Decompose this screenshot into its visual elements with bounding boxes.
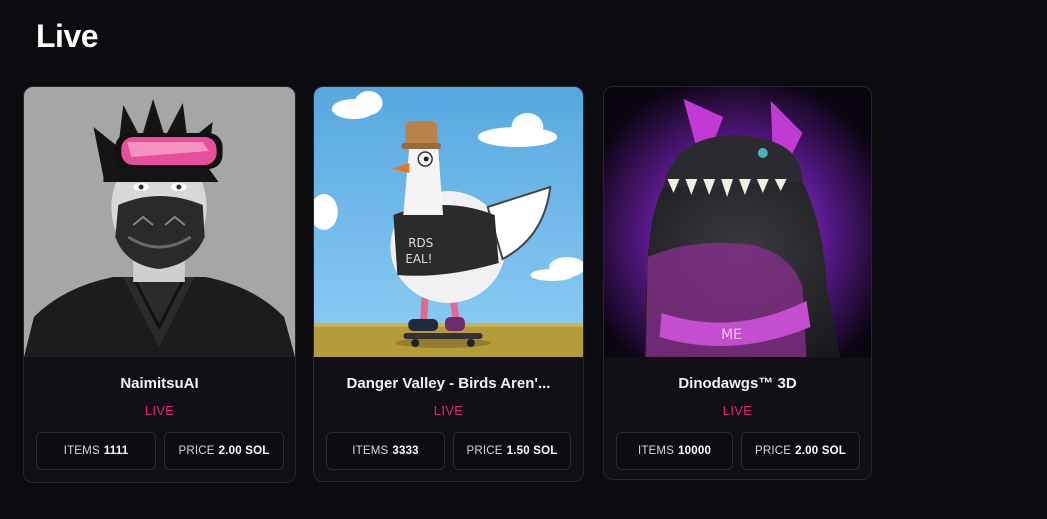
price-box: PRICE 2.00 SOL	[741, 432, 860, 470]
svg-text:ME: ME	[721, 327, 742, 343]
items-count-box: ITEMS 10000	[616, 432, 733, 470]
price-label: PRICE	[755, 445, 792, 457]
items-value: 3333	[392, 445, 419, 457]
price-value: 2.00 SOL	[218, 445, 270, 457]
collection-card-danger-valley[interactable]: RDS EAL! Danger Valley - Birds Aren'... …	[313, 86, 584, 482]
items-count-box: ITEMS 1111	[36, 432, 156, 470]
svg-text:RDS: RDS	[408, 236, 433, 250]
purple-dino-image: ME	[604, 87, 871, 357]
items-value: 10000	[678, 445, 712, 457]
price-box: PRICE 2.00 SOL	[164, 432, 284, 470]
collection-image[interactable]: RDS EAL!	[314, 87, 583, 357]
items-label: ITEMS	[637, 445, 675, 457]
section-title: Live	[36, 18, 99, 54]
price-value: 2.00 SOL	[795, 445, 846, 457]
items-count-box: ITEMS 3333	[326, 432, 445, 470]
items-label: ITEMS	[352, 445, 389, 457]
items-value: 1111	[103, 445, 129, 457]
price-box: PRICE 1.50 SOL	[453, 432, 571, 470]
collection-card-dinodawgs[interactable]: ME Dinodawgs™ 3D LIVE ITEMS 10000 PRICE …	[603, 86, 872, 480]
collection-name[interactable]: Danger Valley - Birds Aren'...	[314, 375, 583, 392]
collection-card-naimitsuai[interactable]: NaimitsuAI LIVE ITEMS 1111 PRICE 2.00 SO…	[23, 86, 296, 483]
svg-text:EAL!: EAL!	[405, 252, 432, 266]
live-status-badge: LIVE	[433, 403, 464, 418]
collection-name[interactable]: NaimitsuAI	[24, 375, 295, 392]
live-status-badge: LIVE	[144, 403, 175, 418]
items-label: ITEMS	[63, 445, 100, 457]
live-status-badge: LIVE	[722, 403, 753, 418]
collection-image[interactable]	[24, 87, 295, 357]
price-value: 1.50 SOL	[506, 445, 558, 457]
collection-image[interactable]: ME	[604, 87, 871, 357]
masked-ninja-image	[24, 87, 295, 357]
price-label: PRICE	[466, 445, 503, 457]
skateboarding-bird-image: RDS EAL!	[314, 87, 583, 357]
price-label: PRICE	[178, 445, 215, 457]
collection-name[interactable]: Dinodawgs™ 3D	[604, 375, 871, 392]
